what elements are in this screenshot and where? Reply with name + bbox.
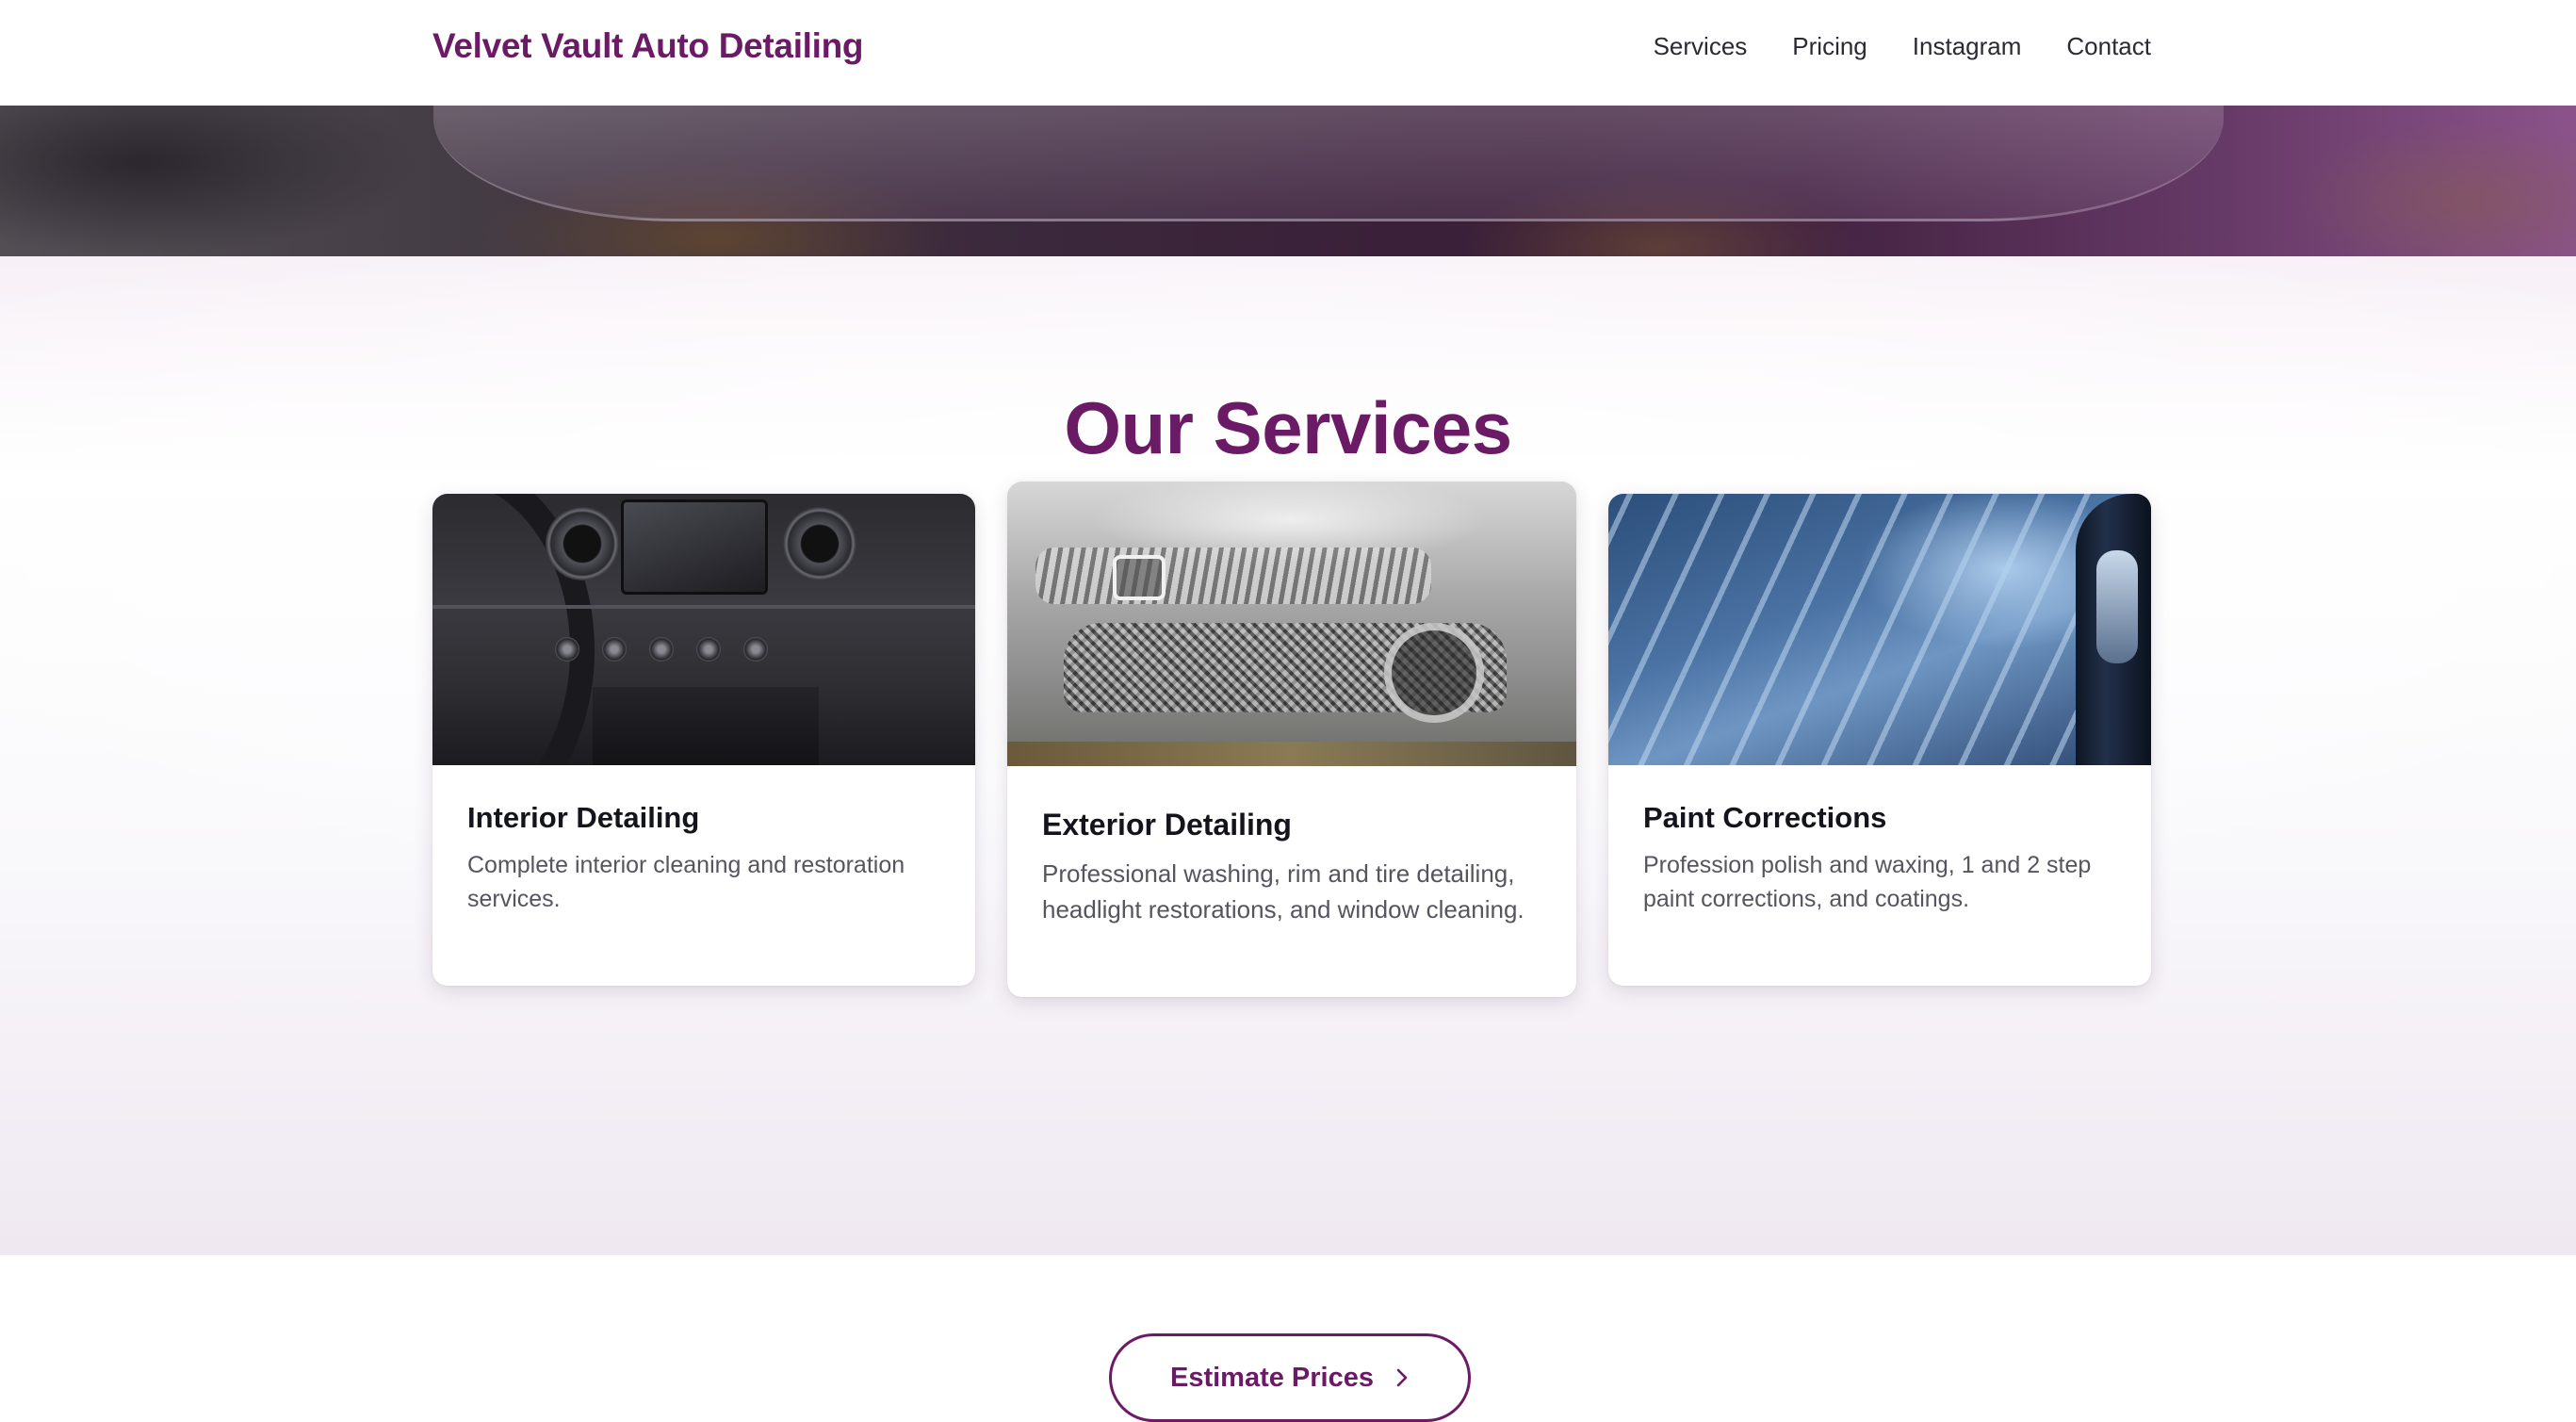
brand-logo-text[interactable]: Velvet Vault Auto Detailing (432, 26, 864, 66)
card-title: Interior Detailing (467, 801, 700, 834)
services-title: Our Services (1064, 386, 1512, 469)
services-section: Our Services Interior Detailing Complete… (0, 256, 2576, 1422)
nav-link-contact[interactable]: Contact (2066, 32, 2151, 61)
main-nav: Services Pricing Instagram Contact (1654, 32, 2151, 61)
interior-dashboard-photo (432, 494, 975, 765)
chevron-right-icon (1396, 1368, 1408, 1387)
foamed-car-photo (1007, 482, 1576, 766)
nav-link-instagram[interactable]: Instagram (1913, 32, 2022, 61)
estimate-prices-button[interactable]: Estimate Prices (1109, 1333, 1471, 1422)
estimate-prices-label: Estimate Prices (1169, 1362, 1374, 1393)
card-title: Paint Corrections (1643, 801, 1887, 834)
nav-link-services[interactable]: Services (1654, 32, 1748, 61)
nav-link-pricing[interactable]: Pricing (1792, 32, 1867, 61)
card-title: Exterior Detailing (1042, 808, 1292, 842)
paint-reflection-photo (1608, 494, 2151, 765)
card-description: Profession polish and waxing, 1 and 2 st… (1643, 852, 2092, 912)
service-card-paint[interactable]: Paint Corrections Profession polish and … (1608, 494, 2151, 986)
service-card-interior[interactable]: Interior Detailing Complete interior cle… (432, 494, 975, 986)
card-description: Professional washing, rim and tire detai… (1042, 859, 1524, 923)
hero-image-strip (0, 106, 2576, 256)
service-card-exterior[interactable]: Exterior Detailing Professional washing,… (1007, 482, 1576, 997)
site-header: Velvet Vault Auto Detailing Services Pri… (0, 0, 2576, 106)
card-description: Complete interior cleaning and restorati… (467, 852, 905, 912)
